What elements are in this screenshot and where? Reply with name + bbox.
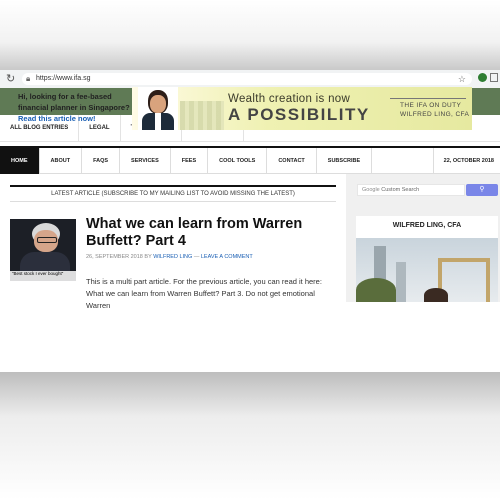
banner-line1: Wealth creation is now — [228, 93, 351, 105]
search-button[interactable]: ⚲ — [466, 184, 498, 196]
city-graphic — [180, 101, 224, 130]
tab-faqs[interactable]: FAQS — [82, 148, 121, 174]
author-widget: WILFRED LING, CFA — [356, 216, 498, 302]
leave-comment-link[interactable]: LEAVE A COMMENT — [201, 254, 253, 260]
search-input[interactable]: Google Custom Search — [357, 184, 465, 196]
author-widget-title: WILFRED LING, CFA — [392, 222, 462, 229]
bottom-backdrop — [0, 372, 500, 500]
post-thumbnail[interactable]: “Best stock I ever bought” — [10, 219, 76, 281]
author-photo — [356, 238, 498, 302]
extension-shield-icon[interactable] — [490, 73, 498, 82]
current-date: 22, OCTOBER 2018 — [432, 148, 500, 174]
bookmark-star-icon[interactable]: ☆ — [458, 73, 466, 85]
tab-contact[interactable]: CONTACT — [267, 148, 317, 174]
extension-icon[interactable] — [478, 73, 487, 82]
thumbnail-caption: “Best stock I ever bought” — [10, 271, 76, 281]
banner-divider — [390, 98, 466, 99]
post-by: BY — [144, 254, 152, 260]
post-excerpt: This is a multi part article. For the pr… — [86, 277, 322, 310]
post-meta: 26, SEPTEMBER 2018 BY WILFRED LING — LEA… — [86, 254, 253, 260]
tab-cool-tools[interactable]: COOL TOOLS — [208, 148, 268, 174]
post-author-link[interactable]: WILFRED LING — [153, 254, 192, 260]
top-backdrop — [0, 0, 500, 70]
banner-line4: WILFRED LING, CFA — [400, 111, 470, 118]
promo-text: Hi, looking for a fee-based financial pl… — [18, 92, 130, 112]
address-bar[interactable]: 🔒︎ https://www.ifa.sg ☆ — [22, 73, 472, 85]
tab-fees[interactable]: FEES — [171, 148, 209, 174]
lock-icon: 🔒︎ — [26, 74, 31, 83]
advert-banner[interactable]: Wealth creation is now A POSSIBILITY THE… — [132, 87, 472, 130]
main-navigation: HOME ABOUT FAQS SERVICES FEES COOL TOOLS… — [0, 146, 500, 174]
url-text: https://www.ifa.sg — [36, 75, 91, 82]
promo-link[interactable]: Read this article now! — [18, 113, 130, 124]
banner-line2: A POSSIBILITY — [228, 105, 370, 124]
post-meta-separator: — — [193, 254, 200, 260]
promo-text-block: Hi, looking for a fee-based financial pl… — [18, 91, 130, 124]
latest-article-heading: LATEST ARTICLE (SUBSCRIBE TO MY MAILING … — [10, 185, 336, 202]
tab-home[interactable]: HOME — [0, 148, 40, 174]
tab-about[interactable]: ABOUT — [40, 148, 83, 174]
post-date: 26, SEPTEMBER 2018 — [86, 254, 143, 260]
reload-icon[interactable]: ↻ — [6, 72, 15, 85]
search-placeholder: Google Custom Search — [362, 187, 420, 193]
tab-services[interactable]: SERVICES — [120, 148, 171, 174]
banner-line3: THE IFA ON DUTY — [400, 102, 462, 109]
advisor-photo — [138, 87, 178, 130]
post-title[interactable]: What we can learn from Warren Buffett? P… — [86, 216, 326, 250]
tab-subscribe[interactable]: SUBSCRIBE — [317, 148, 373, 174]
search-icon: ⚲ — [479, 186, 485, 193]
